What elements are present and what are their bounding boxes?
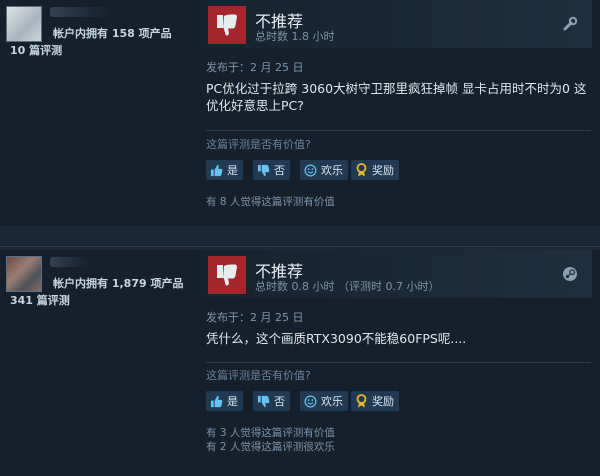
helpful-question: 这篇评测是否有价值?: [206, 138, 311, 151]
vote-no-label: 否: [274, 164, 285, 177]
vote-yes-label: 是: [227, 164, 238, 177]
thumbs-down-icon: [208, 256, 246, 294]
review-count[interactable]: 341 篇评测: [10, 292, 70, 308]
funny-count: 有 2 人觉得这篇评测很欢乐: [206, 441, 335, 453]
vote-funny-button[interactable]: 欢乐: [300, 160, 348, 180]
posted-date: 发布于：2 月 25 日: [206, 61, 304, 74]
avatar[interactable]: [6, 6, 42, 42]
review-text: 凭什么，这个画质RTX3090不能稳60FPS呢....: [206, 331, 467, 346]
thumbs-down-icon: [208, 6, 246, 44]
review-text: PC优化过于拉跨 3060大树守卫那里疯狂掉帧 显卡占用时不时为0 这优化好意思…: [206, 81, 587, 113]
vote-funny-button[interactable]: 欢乐: [300, 391, 348, 411]
helpful-count: 有 3 人觉得这篇评测有价值: [206, 427, 335, 439]
award-icon: [355, 394, 368, 408]
review-body: 不推荐 总时数 0.8 小时 （评测时 0.7 小时） 发布于：2 月 25 日…: [200, 250, 600, 476]
posted-date: 发布于：2 月 25 日: [206, 311, 304, 324]
wrench-icon[interactable]: [562, 16, 578, 32]
blurred-username: [50, 7, 112, 17]
thumbs-up-icon: [210, 164, 223, 177]
reviewer-info: 帐户内拥有 158 项产品 10 篇评测: [0, 0, 200, 226]
divider: [206, 362, 591, 363]
products-owned[interactable]: 帐户内拥有 1,879 项产品: [53, 275, 183, 291]
review-header[interactable]: 不推荐 总时数 1.8 小时: [200, 0, 592, 48]
reviewer-info: 帐户内拥有 1,879 项产品 341 篇评测: [0, 250, 200, 476]
thumbs-up-icon: [210, 395, 223, 408]
award-button[interactable]: 奖励: [351, 160, 399, 180]
avatar[interactable]: [6, 256, 42, 292]
divider: [206, 130, 591, 131]
helpful-question: 这篇评测是否有价值?: [206, 369, 311, 382]
award-label: 奖励: [372, 395, 394, 408]
playtime-hours: 总时数 0.8 小时 （评测时 0.7 小时）: [255, 280, 440, 293]
blurred-username: [50, 257, 90, 267]
award-button[interactable]: 奖励: [351, 391, 399, 411]
thumbs-down-small-icon: [257, 164, 270, 177]
divider: [0, 246, 600, 247]
review-card: 帐户内拥有 1,879 项产品 341 篇评测 不推荐 总时数 0.8 小时 （…: [0, 250, 600, 476]
review-count[interactable]: 10 篇评测: [10, 42, 62, 58]
vote-yes-button[interactable]: 是: [206, 391, 243, 411]
steam-logo-icon[interactable]: [562, 266, 578, 282]
vote-funny-label: 欢乐: [321, 164, 343, 177]
smiley-icon: [304, 395, 317, 408]
vote-no-button[interactable]: 否: [253, 391, 290, 411]
playtime-hours: 总时数 1.8 小时: [255, 30, 335, 43]
smiley-icon: [304, 164, 317, 177]
vote-yes-button[interactable]: 是: [206, 160, 243, 180]
vote-funny-label: 欢乐: [321, 395, 343, 408]
vote-no-label: 否: [274, 395, 285, 408]
vote-no-button[interactable]: 否: [253, 160, 290, 180]
helpful-count: 有 8 人觉得这篇评测有价值: [206, 196, 335, 208]
thumbs-down-small-icon: [257, 395, 270, 408]
products-owned[interactable]: 帐户内拥有 158 项产品: [53, 25, 172, 41]
vote-yes-label: 是: [227, 395, 238, 408]
award-label: 奖励: [372, 164, 394, 177]
review-body: 不推荐 总时数 1.8 小时 发布于：2 月 25 日 PC优化过于拉跨 306…: [200, 0, 600, 226]
award-icon: [355, 163, 368, 177]
review-header[interactable]: 不推荐 总时数 0.8 小时 （评测时 0.7 小时）: [200, 250, 592, 298]
review-card: 帐户内拥有 158 项产品 10 篇评测 不推荐 总时数 1.8 小时 发布于：…: [0, 0, 600, 226]
